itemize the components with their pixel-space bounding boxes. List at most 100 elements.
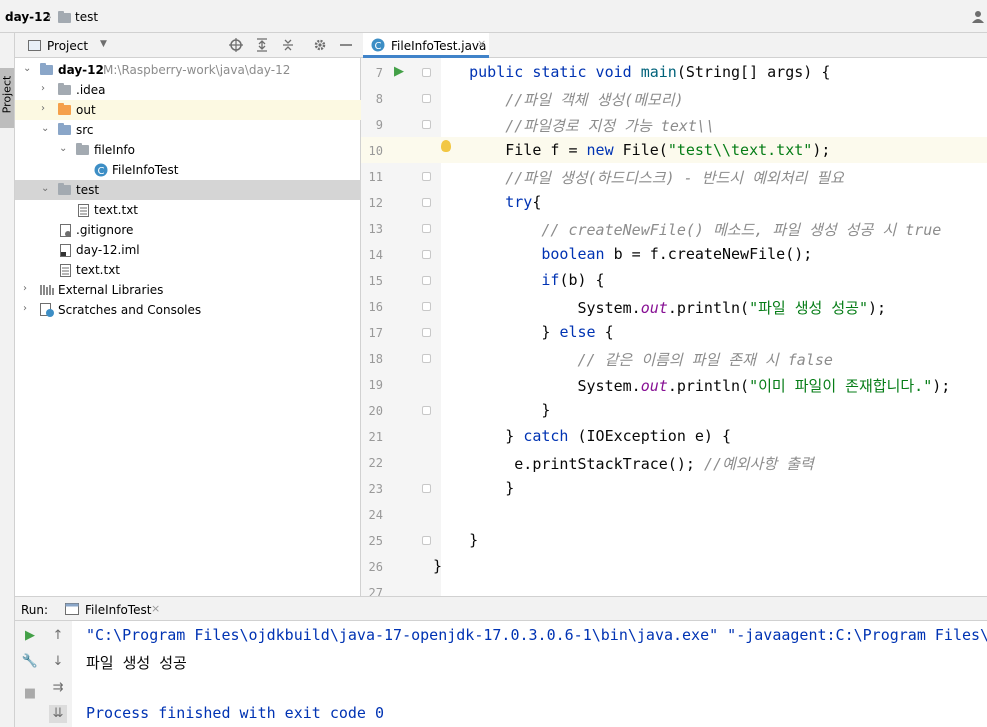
code-line[interactable]: 10 File f = new File("test\\text.txt");	[361, 137, 987, 163]
code-token: public static void	[469, 63, 641, 81]
gear-icon[interactable]	[313, 38, 327, 52]
tree-item-fileinfo[interactable]: ⌄ fileInfo	[15, 140, 361, 160]
collapse-all-icon[interactable]	[281, 38, 295, 52]
code-token: }	[433, 401, 551, 419]
tree-item-scratches[interactable]: › Scratches and Consoles	[15, 300, 361, 320]
tree-item-external-libraries[interactable]: › External Libraries	[15, 280, 361, 300]
close-icon[interactable]: ×	[151, 602, 160, 615]
chevron-right-icon[interactable]: ›	[23, 303, 27, 314]
code-token: System.	[433, 377, 641, 395]
fold-marker-icon[interactable]	[422, 224, 431, 233]
run-gutter-icon[interactable]: ▶	[394, 64, 404, 79]
code-token: File f =	[433, 141, 587, 159]
tree-item-gitignore[interactable]: .gitignore	[15, 220, 361, 240]
module-file-icon	[60, 244, 71, 257]
fold-marker-icon[interactable]	[422, 536, 431, 545]
wrench-icon[interactable]: 🔧	[21, 653, 39, 671]
code-line[interactable]: 12 try{	[361, 189, 987, 215]
stop-icon[interactable]: ■	[21, 685, 39, 703]
code-line[interactable]: 24	[361, 501, 987, 527]
line-number: 8	[375, 92, 383, 106]
fold-marker-icon[interactable]	[422, 250, 431, 259]
run-tab-label[interactable]: FileInfoTest	[85, 603, 151, 617]
chevron-right-icon[interactable]: ›	[41, 83, 45, 94]
chevron-down-icon[interactable]: ⌄	[23, 63, 31, 74]
code-line[interactable]: 20 }	[361, 397, 987, 423]
editor-tab-fileinfotest[interactable]: C FileInfoTest.java ×	[363, 33, 489, 58]
code-line[interactable]: 11 //파일 생성(하드디스크) - 반드시 예외처리 필요	[361, 163, 987, 189]
tree-item-day-12-iml[interactable]: day-12.iml	[15, 240, 361, 260]
code-line[interactable]: 18 // 같은 이름의 파일 존재 시 false	[361, 345, 987, 371]
project-tool-label[interactable]: Project	[1, 68, 14, 122]
chevron-down-icon[interactable]: ⌄	[59, 143, 67, 154]
breadcrumb-project[interactable]: day-12	[5, 10, 51, 24]
code-text: public static void main(String[] args) {	[433, 63, 830, 81]
fold-marker-icon[interactable]	[422, 198, 431, 207]
project-panel-header: Project ▼	[15, 33, 361, 58]
locate-icon[interactable]	[229, 38, 243, 52]
code-line[interactable]: 7 ▶ public static void main(String[] args…	[361, 59, 987, 85]
tree-item-text-txt[interactable]: text.txt	[15, 260, 361, 280]
code-line[interactable]: 8 //파일 객체 생성(메모리)	[361, 85, 987, 111]
tree-item-day-12[interactable]: ⌄ day-12 M:\Raspberry-work\java\day-12	[15, 60, 361, 80]
chevron-right-icon[interactable]: ›	[41, 103, 45, 114]
run-console[interactable]: "C:\Program Files\ojdkbuild\java-17-open…	[72, 621, 987, 727]
minimize-icon[interactable]	[339, 38, 353, 52]
code-line[interactable]: 14 boolean b = f.createNewFile();	[361, 241, 987, 267]
code-line[interactable]: 23 }	[361, 475, 987, 501]
user-icon[interactable]	[972, 10, 986, 24]
code-text: //파일 생성(하드디스크) - 반드시 예외처리 필요	[433, 167, 844, 188]
fold-marker-icon[interactable]	[422, 406, 431, 415]
code-token: (b) {	[559, 271, 605, 289]
chevron-down-icon[interactable]: ▼	[100, 39, 107, 49]
project-view-icon	[28, 40, 41, 51]
fold-marker-icon[interactable]	[422, 94, 431, 103]
close-icon[interactable]: ×	[477, 37, 486, 50]
code-token: .println(	[667, 299, 750, 317]
chevron-down-icon[interactable]: ⌄	[41, 183, 49, 194]
code-line[interactable]: 27	[361, 579, 987, 596]
project-panel-title[interactable]: Project	[47, 39, 88, 53]
code-token: new	[586, 141, 623, 159]
code-line[interactable]: 13 // createNewFile() 메소드, 파일 생성 성공 시 tr…	[361, 215, 987, 241]
code-line[interactable]: 22 e.printStackTrace(); //예외사항 출력	[361, 449, 987, 475]
fold-marker-icon[interactable]	[422, 68, 431, 77]
rerun-icon[interactable]: ▶	[21, 627, 39, 645]
tree-item-out[interactable]: › out	[15, 100, 361, 120]
tree-item-label: FileInfoTest	[112, 163, 179, 177]
code-line[interactable]: 17 } else {	[361, 319, 987, 345]
tree-item-src[interactable]: ⌄ src	[15, 120, 361, 140]
breadcrumb-folder[interactable]: test	[75, 10, 98, 24]
arrow-down-icon[interactable]: ↓	[49, 653, 67, 671]
tree-item-test-text-txt[interactable]: text.txt	[15, 200, 361, 220]
chevron-down-icon[interactable]: ⌄	[41, 123, 49, 134]
chevron-right-icon[interactable]: ›	[23, 283, 27, 294]
fold-marker-icon[interactable]	[422, 302, 431, 311]
fold-marker-icon[interactable]	[422, 120, 431, 129]
code-line[interactable]: 15 if(b) {	[361, 267, 987, 293]
code-line[interactable]: 19 System.out.println("이미 파일이 존재합니다.");	[361, 371, 987, 397]
tree-item-test-selected[interactable]: ⌄ test	[15, 180, 361, 200]
fold-marker-icon[interactable]	[422, 484, 431, 493]
code-line[interactable]: 26}	[361, 553, 987, 579]
fold-marker-icon[interactable]	[422, 354, 431, 363]
fold-marker-icon[interactable]	[422, 328, 431, 337]
code-line[interactable]: 21 } catch (IOException e) {	[361, 423, 987, 449]
expand-all-icon[interactable]	[255, 38, 269, 52]
fold-marker-icon[interactable]	[422, 172, 431, 181]
line-number: 16	[368, 300, 383, 314]
arrow-up-icon[interactable]: ↑	[49, 627, 67, 645]
tree-item-fileinfotest[interactable]: C FileInfoTest	[15, 160, 361, 180]
code-line[interactable]: 16 System.out.println("파일 생성 성공");	[361, 293, 987, 319]
soft-wrap-icon[interactable]: ⇉	[49, 679, 67, 697]
tree-item-idea[interactable]: › .idea	[15, 80, 361, 100]
fold-marker-icon[interactable]	[422, 276, 431, 285]
code-line[interactable]: 9 //파일경로 지정 가능 text\\	[361, 111, 987, 137]
code-editor[interactable]: 7 ▶ public static void main(String[] args…	[361, 58, 987, 596]
scroll-to-end-icon[interactable]: ⇊	[49, 705, 67, 723]
code-line[interactable]: 25 }	[361, 527, 987, 553]
